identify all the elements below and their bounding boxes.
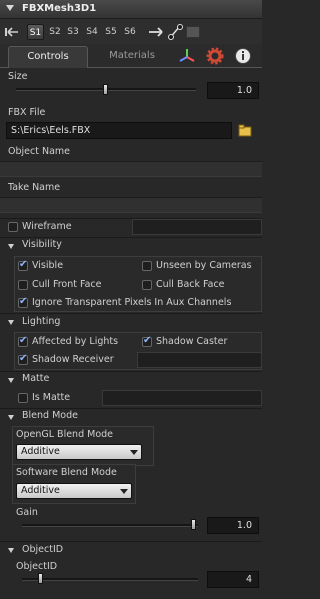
cull-back-face-label: Cull Back Face: [156, 279, 225, 290]
wireframe-label: Wireframe: [22, 221, 72, 232]
is-matte-extension: [102, 390, 262, 406]
take-name-label: Take Name: [8, 182, 61, 193]
take-name-field[interactable]: [0, 197, 262, 213]
unseen-by-cameras-label: Unseen by Cameras: [156, 260, 252, 271]
slot-s6[interactable]: S6: [122, 24, 138, 40]
collapse-arrow-icon[interactable]: [6, 5, 14, 11]
cull-front-face-label: Cull Front Face: [32, 279, 102, 290]
opengl-blend-mode-label: OpenGL Blend Mode: [16, 429, 114, 440]
shadow-receiver-checkbox[interactable]: [18, 353, 28, 365]
transform-axes-icon[interactable]: [177, 46, 197, 66]
chevron-down-icon[interactable]: [120, 489, 128, 494]
slot-s3[interactable]: S3: [65, 24, 81, 40]
cull-front-face-checkbox[interactable]: [18, 280, 28, 290]
object-id-slider-thumb[interactable]: [38, 573, 43, 584]
window-title: FBXMesh3D1: [22, 3, 97, 14]
opengl-blend-mode-select[interactable]: Additive: [16, 444, 142, 460]
object-id-slider-track[interactable]: [22, 578, 198, 581]
visible-label: Visible: [32, 260, 64, 271]
gain-label: Gain: [16, 507, 38, 518]
visibility-expand-icon[interactable]: [8, 244, 14, 249]
size-label: Size: [8, 71, 28, 82]
blend-mode-label: Blend Mode: [22, 410, 78, 421]
unseen-by-cameras-checkbox[interactable]: [142, 261, 152, 271]
shadow-caster-label: Shadow Caster: [156, 336, 228, 347]
matte-expand-icon[interactable]: [8, 378, 14, 383]
lighting-expand-icon[interactable]: [8, 320, 14, 325]
lighting-label: Lighting: [22, 316, 61, 327]
visibility-label: Visibility: [22, 239, 62, 250]
size-slider-thumb[interactable]: [103, 84, 108, 95]
object-id-section-label: ObjectID: [22, 544, 64, 555]
fbx-file-label: FBX File: [8, 107, 46, 118]
gain-value-field[interactable]: 1.0: [207, 517, 259, 534]
wireframe-extension: [132, 219, 262, 235]
slot-s2[interactable]: S2: [47, 24, 63, 40]
object-id-expand-icon[interactable]: [8, 548, 14, 553]
arrow-right-icon[interactable]: [148, 26, 166, 38]
blend-mode-expand-icon[interactable]: [8, 415, 14, 420]
slot-s4[interactable]: S4: [84, 24, 100, 40]
affected-by-lights-label: Affected by Lights: [32, 336, 119, 347]
software-blend-mode-label: Software Blend Mode: [16, 467, 117, 478]
ignore-transparent-label: Ignore Transparent Pixels In Aux Channel…: [32, 297, 232, 308]
size-value-field[interactable]: 1.0: [207, 82, 259, 99]
cull-back-face-checkbox[interactable]: [142, 280, 152, 290]
link-node-icon[interactable]: [167, 23, 183, 41]
affected-by-lights-checkbox[interactable]: [18, 335, 28, 347]
visible-checkbox[interactable]: [18, 259, 28, 271]
tab-materials[interactable]: Materials: [100, 46, 164, 68]
fbx-file-input[interactable]: S:\Erics\Eels.FBX: [6, 122, 232, 139]
tab-controls[interactable]: Controls: [8, 46, 88, 68]
software-blend-mode-select[interactable]: Additive: [16, 483, 132, 499]
is-matte-checkbox[interactable]: [18, 393, 28, 403]
gain-slider-track[interactable]: [22, 524, 198, 527]
slot-s1[interactable]: S1: [27, 24, 44, 40]
settings-gear-icon[interactable]: [205, 46, 225, 66]
matte-label: Matte: [22, 373, 50, 384]
is-matte-label: Is Matte: [32, 392, 71, 403]
wireframe-checkbox[interactable]: [8, 222, 18, 232]
view-icon[interactable]: [186, 26, 200, 38]
shadow-receiver-extension: [137, 352, 262, 368]
shadow-receiver-label: Shadow Receiver: [32, 354, 114, 365]
shadow-caster-checkbox[interactable]: [142, 335, 152, 347]
gain-slider-thumb[interactable]: [191, 519, 196, 530]
ignore-transparent-checkbox[interactable]: [18, 296, 28, 308]
software-blend-mode-value: Additive: [21, 485, 60, 496]
object-id-value-field[interactable]: 4: [207, 571, 259, 588]
folder-icon[interactable]: [238, 124, 252, 137]
object-id-label: ObjectID: [16, 561, 58, 572]
object-name-field[interactable]: [0, 161, 262, 177]
info-icon[interactable]: [233, 46, 253, 66]
slot-s5[interactable]: S5: [103, 24, 119, 40]
object-name-label: Object Name: [8, 146, 70, 157]
opengl-blend-mode-value: Additive: [21, 446, 60, 457]
pin-left-arrow-icon[interactable]: [4, 26, 20, 38]
chevron-down-icon[interactable]: [130, 450, 138, 455]
